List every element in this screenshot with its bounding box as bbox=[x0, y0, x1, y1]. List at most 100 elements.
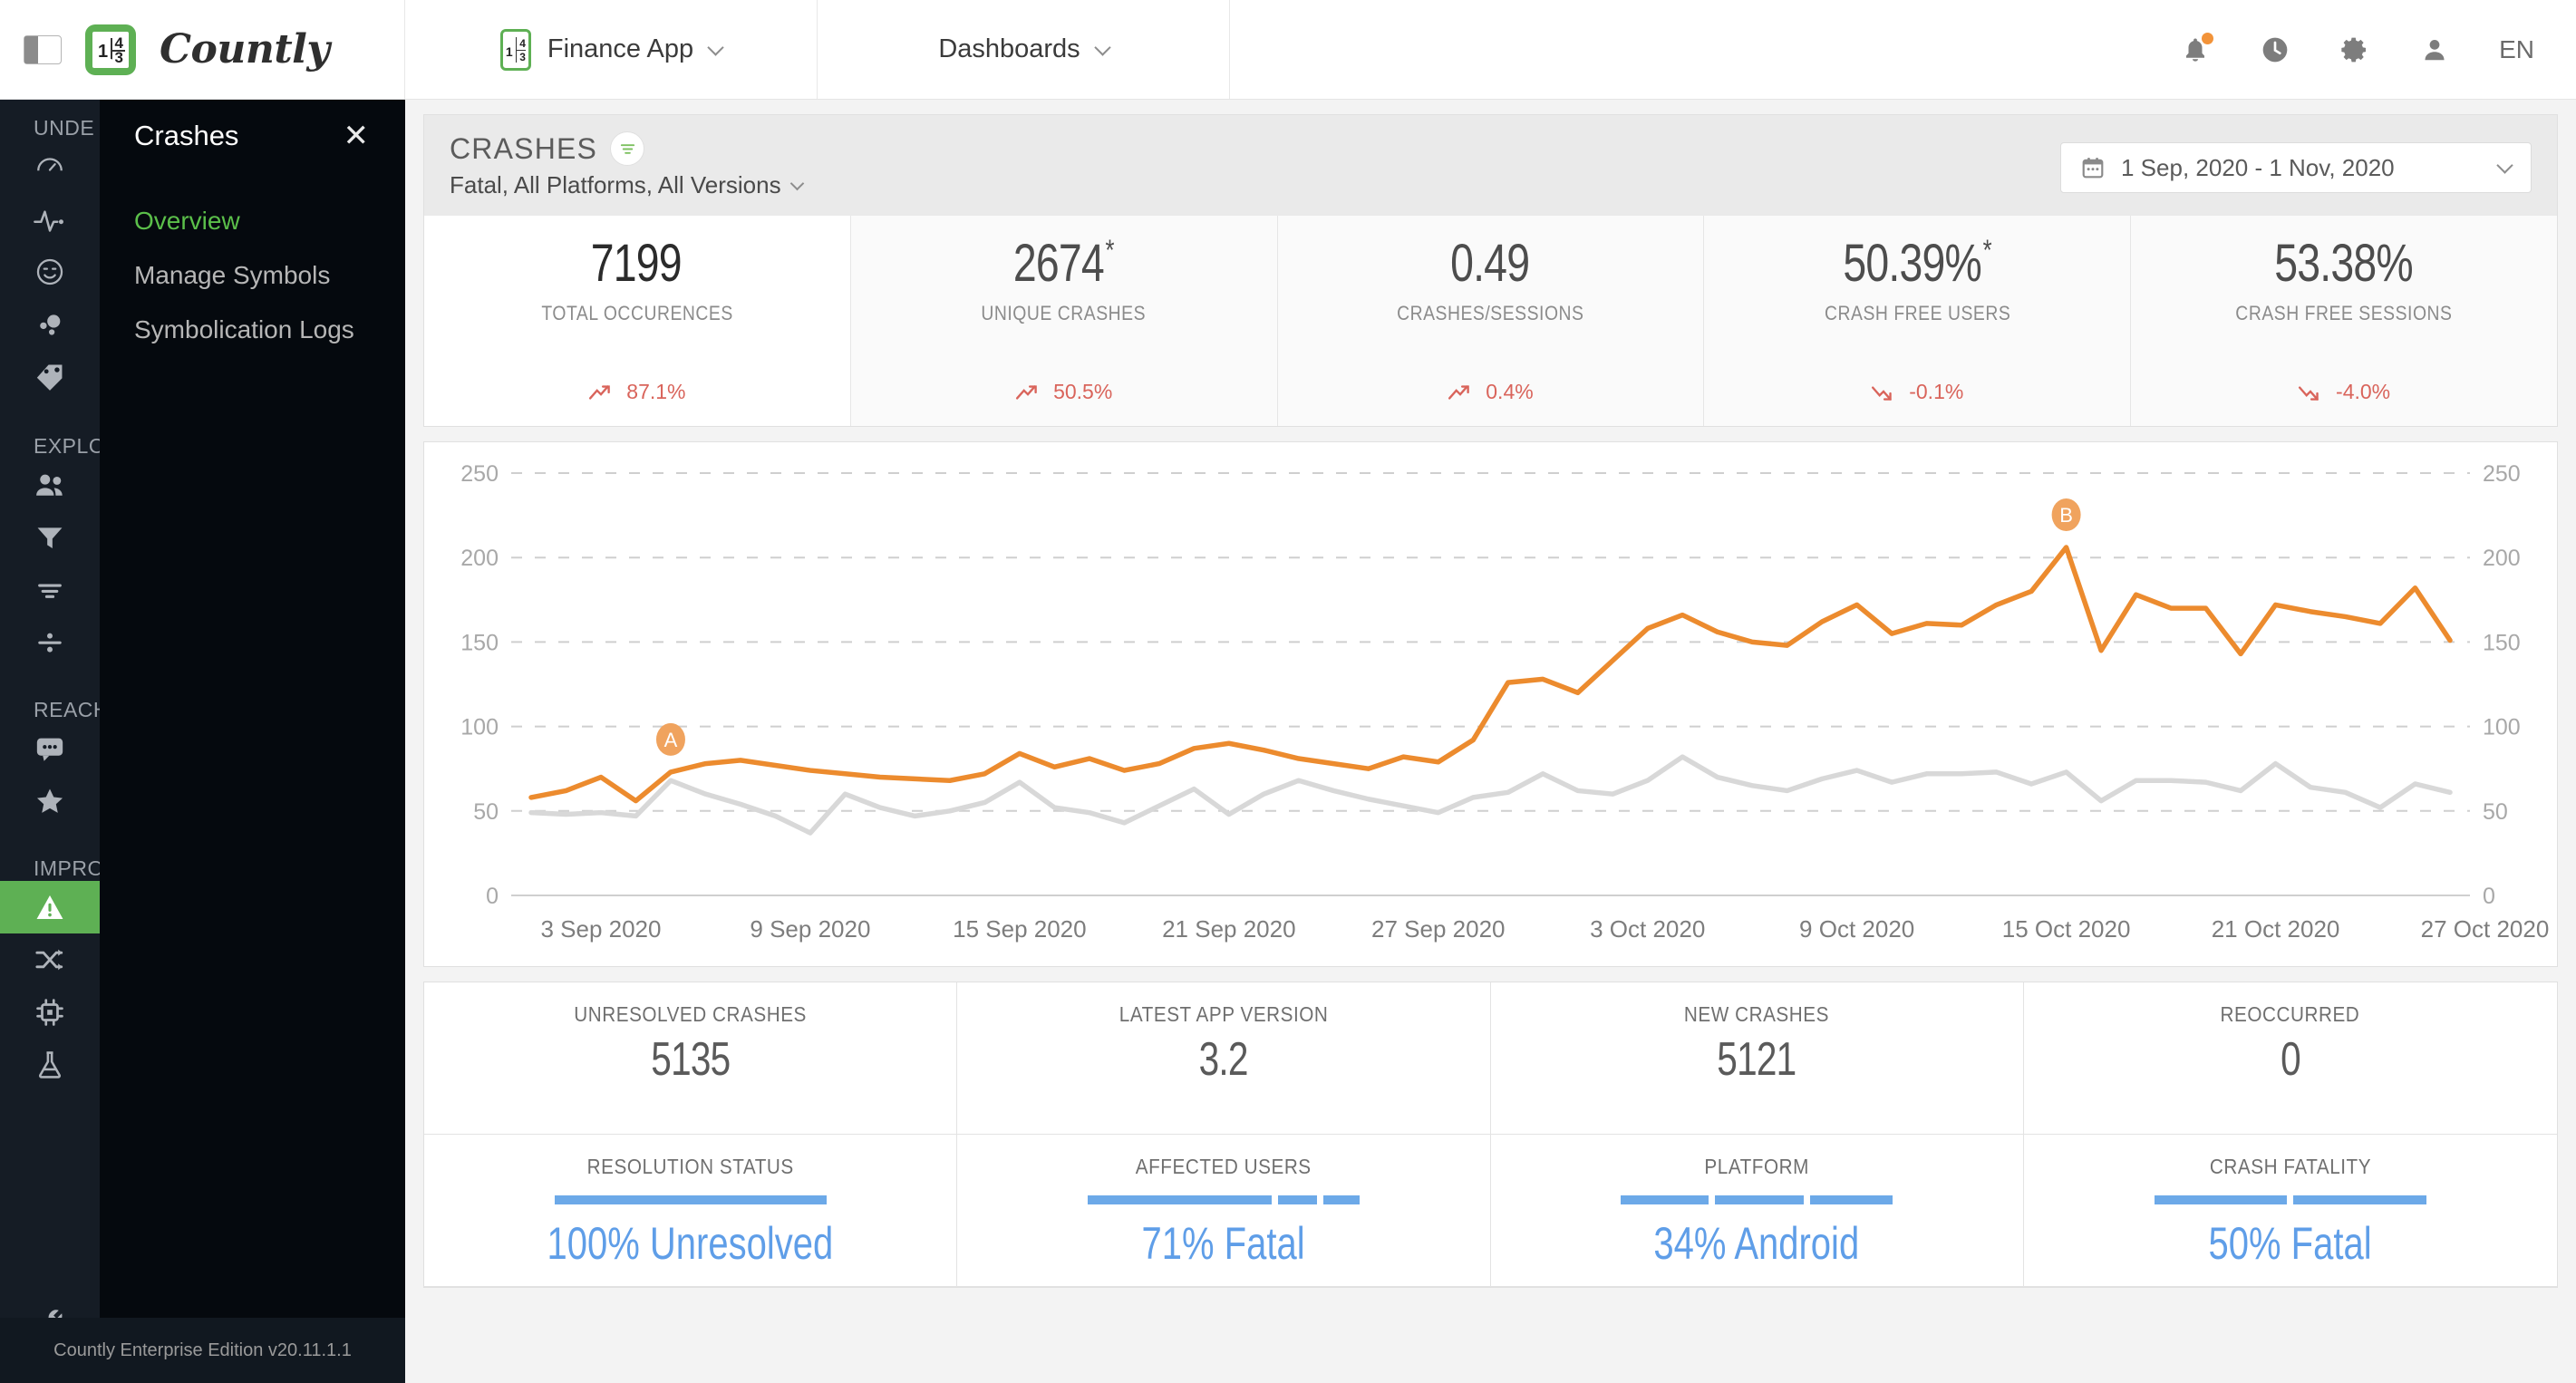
close-icon[interactable]: ✕ bbox=[344, 121, 370, 151]
kpi-value-text: 2674 bbox=[1013, 234, 1105, 293]
kpi-value: 53.38% bbox=[2273, 234, 2414, 293]
sidebar-item-bubbles[interactable] bbox=[0, 298, 100, 351]
kpi-row: 7199 TOTAL OCCURENCES 87.1% 2674 * UNIQUE… bbox=[423, 216, 2558, 427]
breakdown-bar-segment bbox=[1621, 1195, 1709, 1204]
dashboards-label: Dashboards bbox=[938, 34, 1080, 63]
flyout-item-symbolication-logs[interactable]: Symbolication Logs bbox=[100, 303, 405, 357]
sidebar-section-label-understand: UNDE bbox=[34, 116, 95, 140]
kpi-trend: 87.1% bbox=[588, 380, 686, 404]
breakdown-card-label: RESOLUTION STATUS bbox=[586, 1155, 794, 1178]
kpi-asterisk: * bbox=[1982, 234, 1992, 266]
kpi-card[interactable]: 53.38% CRASH FREE SESSIONS -4.0% bbox=[2131, 216, 2557, 426]
sidebar-section-label-reach: REACH bbox=[34, 698, 100, 721]
panel-toggle-icon[interactable] bbox=[24, 34, 62, 64]
sidebar-item-funnel[interactable] bbox=[0, 511, 100, 564]
breakdown-card[interactable]: PLATFORM 34% Android bbox=[1490, 1135, 2024, 1287]
brand-area: 143 Countly bbox=[0, 0, 405, 99]
kpi-card[interactable]: 50.39% * CRASH FREE USERS -0.1% bbox=[1704, 216, 2132, 426]
y-axis-tick-label-right: 0 bbox=[2483, 884, 2495, 909]
kpi-value-text: 7199 bbox=[591, 234, 683, 293]
sidebar-item-flask[interactable] bbox=[0, 1039, 100, 1091]
kpi-value-text: 53.38% bbox=[2273, 234, 2413, 293]
sidebar-item-gauge[interactable] bbox=[0, 140, 100, 193]
sidebar-item-divide[interactable] bbox=[0, 616, 100, 669]
sidebar-item-crashes[interactable] bbox=[0, 881, 100, 933]
kpi-value-text: 50.39% bbox=[1843, 234, 1982, 293]
stat-card[interactable]: REOCCURRED 0 bbox=[2023, 982, 2557, 1135]
x-axis-tick-label: 15 Oct 2020 bbox=[2002, 915, 2131, 943]
language-selector[interactable]: EN bbox=[2499, 35, 2534, 64]
breakdown-card[interactable]: RESOLUTION STATUS 100% Unresolved bbox=[424, 1135, 958, 1287]
breakdown-card-label: PLATFORM bbox=[1704, 1155, 1809, 1178]
breakdown-bar-segment bbox=[554, 1195, 827, 1204]
stat-card-label: UNRESOLVED CRASHES bbox=[574, 1002, 807, 1026]
sidebar-item-people[interactable] bbox=[0, 459, 100, 511]
sidebar-item-flow[interactable] bbox=[0, 564, 100, 616]
breakdown-card[interactable]: AFFECTED USERS 71% Fatal bbox=[957, 1135, 1491, 1287]
sidebar-item-ab-split[interactable] bbox=[0, 933, 100, 986]
kpi-trend: 0.4% bbox=[1448, 380, 1534, 404]
kpi-card[interactable]: 0.49 CRASHES/SESSIONS 0.4% bbox=[1277, 216, 1705, 426]
top-bar: 143 Countly 143 Finance App Dashboards E… bbox=[0, 0, 2576, 100]
kpi-trend-label: -0.1% bbox=[1909, 380, 1964, 403]
y-axis-tick-label-right: 100 bbox=[2483, 715, 2521, 740]
kpi-card[interactable]: 2674 * UNIQUE CRASHES 50.5% bbox=[850, 216, 1278, 426]
sidebar-item-chip[interactable] bbox=[0, 986, 100, 1039]
notification-badge bbox=[2202, 32, 2214, 44]
crashes-timeseries-chart[interactable]: 0 0 50 50 100 100 150 150 200 200 250 250 3 Sep 2020… bbox=[423, 441, 2558, 967]
sidebar-item-tag[interactable] bbox=[0, 351, 100, 403]
gear-icon[interactable] bbox=[2339, 34, 2370, 65]
sidebar-item-pulse[interactable] bbox=[0, 193, 100, 246]
sidebar-footer-version: Countly Enterprise Edition v20.11.1.1 bbox=[0, 1318, 405, 1383]
stat-card[interactable]: NEW CRASHES 5121 bbox=[1490, 982, 2024, 1135]
sidebar-item-smiley[interactable] bbox=[0, 246, 100, 298]
page-filter-summary[interactable]: Fatal, All Platforms, All Versions bbox=[450, 171, 804, 199]
user-icon[interactable] bbox=[2419, 34, 2450, 65]
breakdown-bar-segment bbox=[2154, 1195, 2288, 1204]
y-axis-tick-label: 50 bbox=[473, 799, 499, 825]
kpi-trend: -4.0% bbox=[2298, 380, 2390, 404]
trend-down-icon bbox=[2299, 385, 2319, 401]
trend-up-icon bbox=[1016, 384, 1037, 400]
breakdown-card-label: CRASH FATALITY bbox=[2209, 1155, 2371, 1178]
chevron-down-icon bbox=[707, 38, 724, 56]
breakdown-bar-segment bbox=[2293, 1195, 2426, 1204]
breakdown-card[interactable]: CRASH FATALITY 50% Fatal bbox=[2023, 1135, 2557, 1287]
stat-card-label: LATEST APP VERSION bbox=[1119, 1002, 1329, 1026]
x-axis-tick-label: 3 Sep 2020 bbox=[540, 915, 661, 943]
stat-card[interactable]: UNRESOLVED CRASHES 5135 bbox=[424, 982, 958, 1135]
chart-svg: 0 0 50 50 100 100 150 150 200 200 250 250 3 Sep 2020… bbox=[460, 461, 2550, 943]
calendar-icon bbox=[2082, 157, 2104, 179]
x-axis-tick-label: 15 Sep 2020 bbox=[953, 915, 1086, 943]
kpi-value: 2674 * bbox=[1013, 234, 1115, 293]
sidebar-item-star[interactable] bbox=[0, 775, 100, 827]
y-axis-tick-label: 100 bbox=[460, 715, 499, 740]
bell-icon[interactable] bbox=[2180, 32, 2214, 65]
flyout-item-manage-symbols[interactable]: Manage Symbols bbox=[100, 248, 405, 303]
breakdown-bar-segment bbox=[1277, 1195, 1317, 1204]
dashboards-selector[interactable]: Dashboards bbox=[818, 0, 1230, 99]
chart-annotation-label: A bbox=[664, 729, 678, 751]
chart-series-unique-crashes bbox=[528, 754, 2453, 836]
kpi-label: CRASH FREE USERS bbox=[1824, 301, 2010, 324]
page-filter-summary-label: Fatal, All Platforms, All Versions bbox=[450, 171, 781, 198]
flyout-item-overview[interactable]: Overview bbox=[100, 194, 405, 248]
x-axis-tick-label: 27 Oct 2020 bbox=[2421, 915, 2550, 943]
kpi-value-text: 0.49 bbox=[1450, 234, 1530, 293]
date-range-picker[interactable]: 1 Sep, 2020 - 1 Nov, 2020 bbox=[2060, 142, 2532, 193]
app-selector-label: Finance App bbox=[547, 34, 694, 63]
flyout-header: Crashes ✕ bbox=[100, 100, 405, 152]
kpi-card[interactable]: 7199 TOTAL OCCURENCES 87.1% bbox=[424, 216, 851, 426]
y-axis-tick-label-right: 200 bbox=[2483, 546, 2521, 571]
page-header: CRASHES Fatal, All Platforms, All Versio… bbox=[423, 114, 2558, 216]
clock-icon[interactable] bbox=[2260, 34, 2290, 65]
filter-icon[interactable] bbox=[610, 131, 645, 166]
kpi-trend-label: 87.1% bbox=[626, 380, 686, 403]
y-axis-tick-label: 0 bbox=[486, 884, 499, 909]
stat-card[interactable]: LATEST APP VERSION 3.2 bbox=[957, 982, 1491, 1135]
page-title-row: CRASHES bbox=[450, 131, 802, 166]
x-axis-tick-label: 9 Oct 2020 bbox=[1799, 915, 1914, 943]
stat-card-value: 0 bbox=[2280, 1033, 2301, 1086]
sidebar-item-chat[interactable] bbox=[0, 722, 100, 775]
app-selector[interactable]: 143 Finance App bbox=[405, 0, 818, 99]
